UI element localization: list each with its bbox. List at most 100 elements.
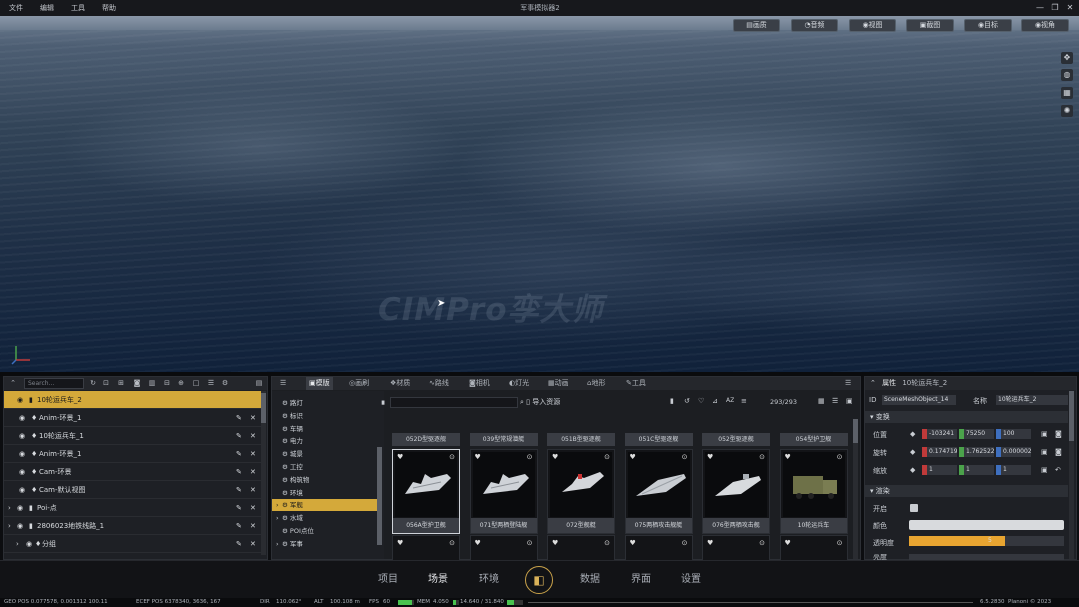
settings-icon[interactable]: ⊙ [527, 539, 533, 547]
list-icon[interactable]: ☰ [206, 378, 216, 389]
timeline-track[interactable] [528, 602, 973, 603]
edit-icon[interactable]: ⊿ [712, 397, 718, 405]
perspective-button[interactable]: ◉视角 [1021, 19, 1069, 32]
category-item[interactable]: ⚙ 路灯 [272, 397, 377, 409]
delete-icon[interactable]: ✕ [250, 445, 256, 463]
compass-icon[interactable]: ✺ [1061, 105, 1073, 117]
heart-icon[interactable]: ♥ [630, 539, 636, 547]
heart-icon[interactable]: ♥ [707, 539, 713, 547]
settings-icon[interactable]: ⊙ [837, 539, 843, 547]
heart-icon[interactable]: ♥ [475, 453, 481, 461]
heart-icon[interactable]: ♡ [698, 397, 704, 405]
settings-icon[interactable]: ⊙ [604, 539, 610, 547]
edit-icon[interactable]: ✎ [236, 427, 242, 445]
eye-icon[interactable]: ◉ [17, 517, 23, 535]
asset-card-partial[interactable]: ♥ ⊙ [392, 535, 460, 561]
category-item[interactable]: › ⚙ 水域 [272, 512, 377, 524]
delete-icon[interactable]: ✕ [250, 517, 256, 535]
outliner-row[interactable]: › ◉ ▮ 2806023地铁线路_1 ✎ ✕ [4, 517, 261, 535]
edit-icon[interactable]: ✎ [236, 499, 242, 517]
tab-templates[interactable]: ▣模版 [306, 377, 333, 390]
outliner-row[interactable]: ◉ ♦ Anim-环景_1 ✎ ✕ [4, 409, 261, 427]
menu-help[interactable]: 帮助 [102, 0, 116, 16]
reset-icon[interactable]: ▣ [1041, 466, 1048, 474]
nav-settings[interactable]: 设置 [675, 561, 707, 599]
settings-icon[interactable]: ⊙ [759, 539, 765, 547]
z-field[interactable]: 0.000002 [1001, 447, 1031, 457]
sort-az-icon[interactable]: AZ [726, 397, 734, 404]
tab-camera[interactable]: ◙相机 [466, 377, 493, 390]
heart-icon[interactable]: ♥ [397, 453, 403, 461]
close-button[interactable]: ✕ [1064, 2, 1076, 14]
asset-card-partial[interactable]: ♥ ⊙ [469, 535, 538, 561]
category-item[interactable]: ⚙ 电力 [272, 435, 377, 447]
outliner-row[interactable]: ◉ ♦ Cam-默认视图 ✎ ✕ [4, 481, 261, 499]
menu-edit[interactable]: 编辑 [40, 0, 54, 16]
list-view-icon[interactable]: ☰ [832, 397, 838, 405]
settings-icon[interactable]: ⊙ [682, 539, 688, 547]
id-field[interactable]: SceneMeshObject_14 [882, 395, 956, 405]
chevron-right-icon[interactable]: › [16, 535, 19, 553]
asset-card[interactable]: ♥ ⊙ 072型舰艇 [547, 449, 615, 534]
tab-lights[interactable]: ◐灯光 [506, 377, 532, 390]
eye-icon[interactable]: ◉ [17, 499, 23, 517]
camera-icon[interactable]: ◙ [132, 378, 142, 389]
asset-card[interactable]: ♥ ⊙ 071型两栖登陆舰 [469, 449, 538, 534]
delete-icon[interactable]: ✕ [250, 409, 256, 427]
asset-card-partial[interactable]: ♥ ⊙ [547, 535, 615, 561]
asset-card-partial[interactable]: ♥ ⊙ [779, 535, 848, 561]
edit-icon[interactable]: ✎ [236, 409, 242, 427]
menu-tools[interactable]: 工具 [71, 0, 85, 16]
tab-terrain[interactable]: ⌂地形 [584, 377, 608, 390]
delete-icon[interactable]: ✕ [250, 535, 256, 553]
refresh-icon[interactable]: ↻ [88, 378, 98, 389]
category-item[interactable]: ⚙ 城景 [272, 448, 377, 460]
render-section[interactable]: ▾ 渲染 [865, 485, 1068, 497]
eye-icon[interactable]: ◉ [19, 445, 25, 463]
heart-icon[interactable]: ♥ [630, 453, 636, 461]
outliner-row[interactable]: › ◉ ▮ Poi-点 ✎ ✕ [4, 499, 261, 517]
category-item[interactable]: ⚙ 构筑物 [272, 474, 377, 486]
copy-icon[interactable]: ◙ [1055, 448, 1062, 456]
target-button[interactable]: ◉目标 [964, 19, 1012, 32]
tab-materials[interactable]: ❖材质 [387, 377, 413, 390]
heart-icon[interactable]: ♥ [785, 539, 791, 547]
outliner-row[interactable]: ◉ ♦ 10轮运兵车_1 ✎ ✕ [4, 427, 261, 445]
heart-icon[interactable]: ♥ [397, 539, 403, 547]
category-item[interactable]: ⚙ 车辆 [272, 423, 377, 435]
category-item[interactable]: ⚙ 工控 [272, 461, 377, 473]
history-icon[interactable]: ↺ [684, 397, 690, 405]
edit-icon[interactable]: ✎ [236, 535, 242, 553]
tab-animation[interactable]: ▦动画 [545, 377, 572, 390]
z-field[interactable]: 100 [1001, 429, 1031, 439]
audio-button[interactable]: ◔音频 [791, 19, 838, 32]
grid-icon[interactable]: ▦ [1061, 87, 1073, 99]
chevron-right-icon[interactable]: › [8, 517, 11, 535]
view-button[interactable]: ◉视图 [849, 19, 896, 32]
outliner-row[interactable]: › ◉ ♦ 分组 ✎ ✕ [4, 535, 261, 553]
delete-icon[interactable]: ✕ [250, 427, 256, 445]
folder-icon[interactable]: ▗ [379, 397, 384, 405]
asset-tile-label[interactable]: 051C型驱逐舰 [624, 433, 693, 446]
properties-scrollbar[interactable] [1069, 391, 1074, 559]
eye-icon[interactable]: ◉ [17, 391, 23, 409]
category-item[interactable]: › ⚙ 军事 [272, 538, 377, 550]
move-icon[interactable]: ✥ [1061, 52, 1073, 64]
nav-scene[interactable]: 场景 [422, 561, 454, 599]
outliner-search-input[interactable]: Search... [24, 378, 84, 389]
delete-icon[interactable]: ▮ [670, 397, 674, 405]
heart-icon[interactable]: ♥ [707, 453, 713, 461]
frame-icon[interactable]: ⊡ [101, 378, 111, 389]
heart-icon[interactable]: ♥ [475, 539, 481, 547]
asset-card-partial[interactable]: ♥ ⊙ [624, 535, 693, 561]
box-icon[interactable]: □ [191, 378, 201, 389]
settings-icon[interactable]: ⊙ [449, 453, 455, 461]
color-swatch[interactable] [909, 520, 1064, 530]
category-item[interactable]: › ⚙ 军舰 [272, 499, 377, 512]
home-logo-icon[interactable]: ◧ [525, 566, 553, 594]
collapse-icon[interactable]: ⌃ [870, 379, 876, 387]
outliner-row[interactable]: ◉ ♦ Anim-环景_1 ✎ ✕ [4, 445, 261, 463]
panel-icon[interactable]: ▤ [254, 378, 264, 389]
delete-icon[interactable]: ✕ [250, 463, 256, 481]
name-field[interactable]: 10轮运兵车_2 [996, 395, 1068, 405]
